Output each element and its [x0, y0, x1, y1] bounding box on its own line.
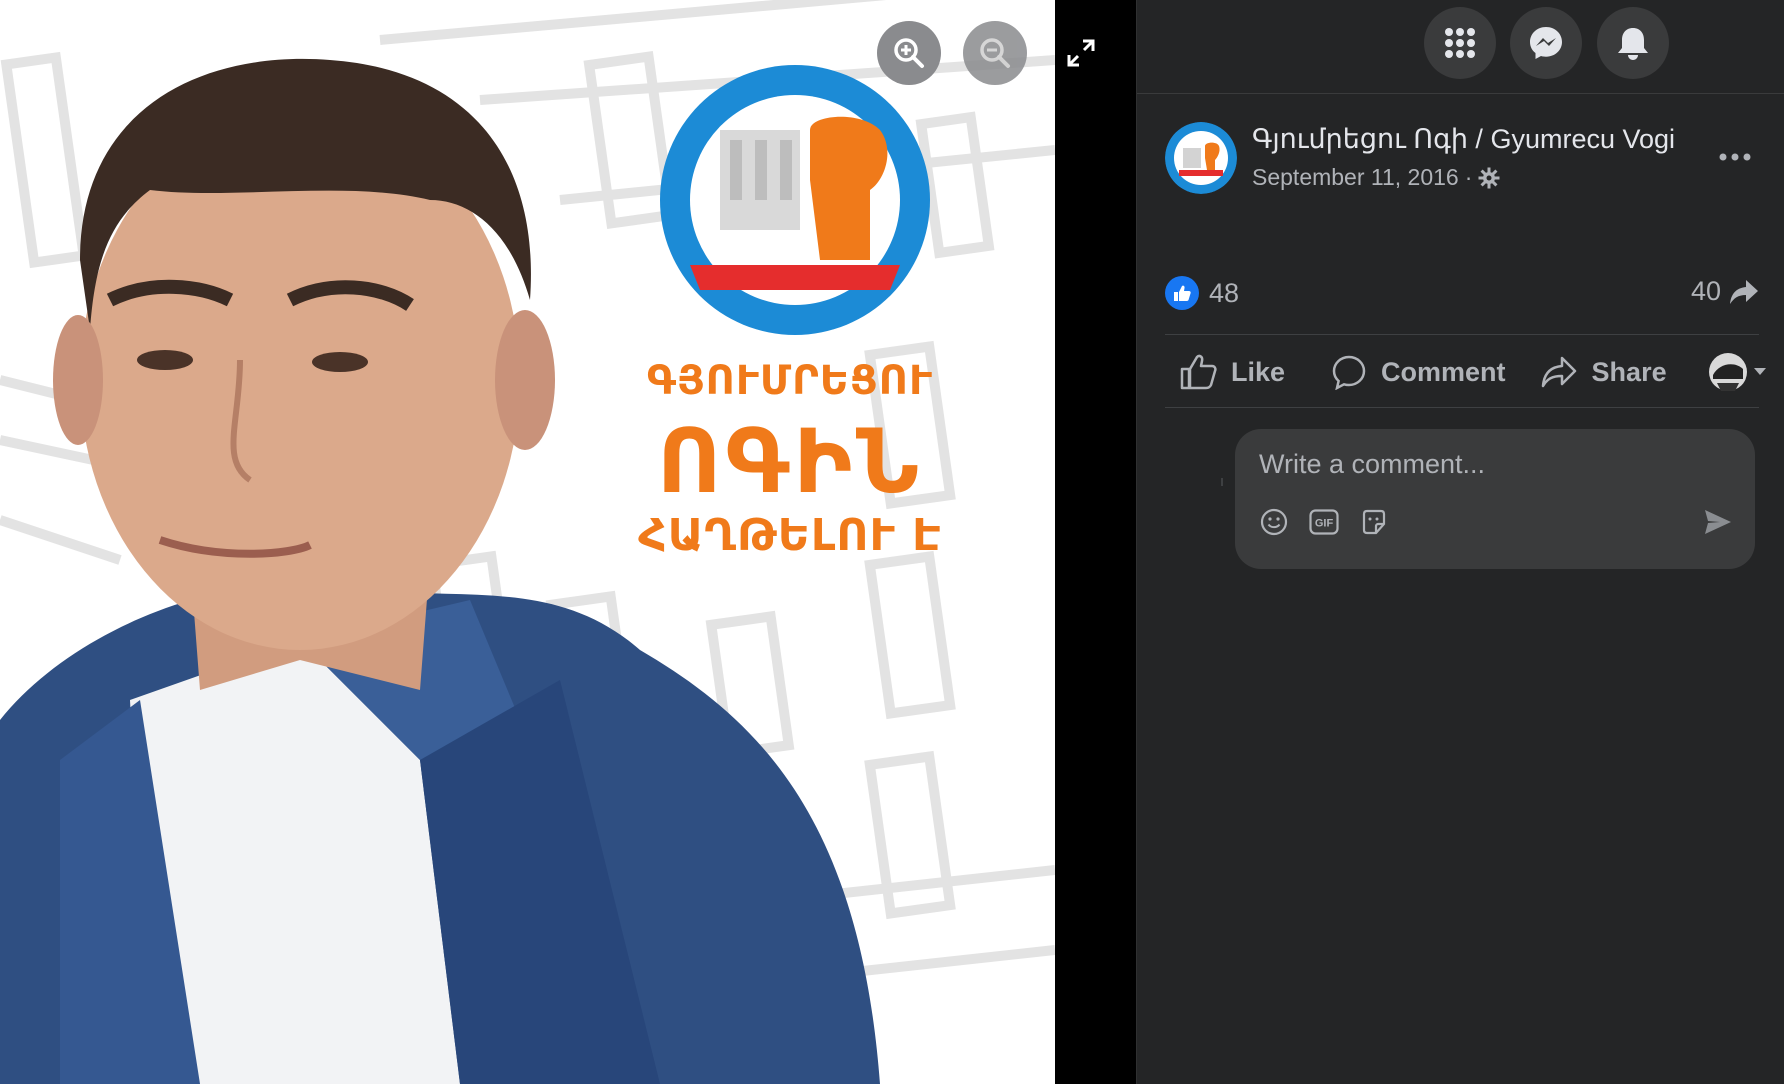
post-header: Գյումրեցու Ոգի / Gyumrecu Vogi September… [1165, 122, 1765, 202]
sticker-button[interactable] [1357, 505, 1391, 539]
share-count: 40 [1690, 276, 1721, 306]
like-button-label: Like [1231, 356, 1286, 387]
photo-viewer: ԳՅՈՒՄՐԵՑՈՒ ՈԳԻՆ ՀԱՂԹԵԼՈՒ Է [0, 0, 1136, 1084]
like-count: 48 [1209, 277, 1240, 308]
messenger-icon [1530, 27, 1562, 59]
emoji-button[interactable] [1257, 505, 1291, 539]
meta-separator: · [1464, 164, 1473, 190]
zoom-in-button[interactable] [877, 21, 941, 85]
zoom-out-button[interactable] [963, 21, 1027, 85]
party-logo [660, 65, 930, 335]
post-side-panel: Գյումրեցու Ոգի / Gyumrecu Vogi September… [1136, 0, 1784, 1084]
comment-icon [1332, 355, 1366, 390]
comment-composer: GIF [1235, 429, 1755, 569]
share-button[interactable]: Share [1540, 340, 1667, 404]
page-name-link[interactable]: Գյումրեցու Ոգի / Gyumrecu Vogi [1252, 124, 1675, 155]
svg-text:GIF: GIF [1315, 518, 1334, 530]
comment-input[interactable] [1257, 443, 1731, 485]
emoji-icon [1260, 508, 1288, 536]
share-count-link[interactable]: 40 [1691, 276, 1759, 307]
zoom-in-icon [894, 38, 924, 68]
fullscreen-button[interactable] [1049, 21, 1113, 85]
expand-icon [1067, 39, 1095, 67]
poster-headline-line1: ԳՅՈՒՄՐԵՑՈՒ [646, 358, 934, 404]
comment-avatar-placeholder [1221, 478, 1223, 486]
share-arrow-icon [1730, 279, 1758, 304]
post-meta: September 11, 2016 · [1252, 164, 1500, 191]
menu-grid-icon [1445, 28, 1475, 58]
send-comment-button[interactable] [1701, 505, 1735, 539]
share-icon [1541, 356, 1576, 388]
gif-icon: GIF [1309, 509, 1339, 535]
top-navigation-bar [1137, 0, 1784, 94]
page-logo-image [1165, 122, 1237, 194]
more-options-button[interactable] [1715, 142, 1755, 172]
share-button-label: Share [1591, 356, 1667, 387]
menu-button[interactable] [1424, 7, 1496, 79]
thumbs-up-icon [1180, 354, 1217, 390]
zoom-out-icon [980, 38, 1010, 68]
notifications-icon [1618, 28, 1648, 60]
poster-headline-line3: ՀԱՂԹԵԼՈՒ Է [638, 510, 942, 561]
divider [1165, 407, 1759, 408]
reactions-bar: 48 40 [1165, 276, 1759, 316]
page-avatar[interactable] [1165, 122, 1237, 194]
like-reaction-icon [1165, 276, 1199, 310]
send-icon [1705, 510, 1731, 534]
divider [1165, 334, 1759, 335]
profile-avatar [1708, 353, 1747, 391]
sticker-icon [1362, 509, 1386, 535]
more-options-icon [1719, 153, 1751, 161]
messenger-button[interactable] [1510, 7, 1582, 79]
reaction-profile-selector[interactable] [1708, 353, 1767, 391]
comment-button-label: Comment [1381, 356, 1506, 387]
post-photo[interactable]: ԳՅՈՒՄՐԵՑՈՒ ՈԳԻՆ ՀԱՂԹԵԼՈՒ Է [0, 0, 1055, 1084]
like-button[interactable]: Like [1179, 340, 1285, 404]
like-reactions[interactable]: 48 [1165, 276, 1239, 310]
settings-gear-icon[interactable] [1478, 167, 1500, 189]
post-actions: Like Comment Share [1165, 340, 1775, 404]
poster-headline-line2: ՈԳԻՆ [657, 410, 923, 513]
chevron-down-icon [1753, 368, 1766, 375]
post-date[interactable]: September 11, 2016 [1252, 164, 1459, 191]
notifications-button[interactable] [1597, 7, 1669, 79]
comment-button[interactable]: Comment [1331, 340, 1506, 404]
gif-button[interactable]: GIF [1307, 505, 1341, 539]
